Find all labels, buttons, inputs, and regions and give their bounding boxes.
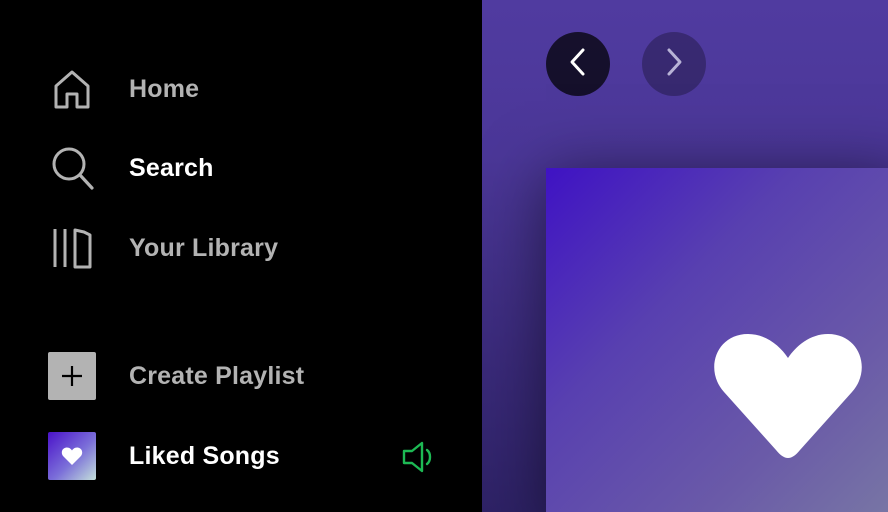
chevron-right-icon	[662, 47, 686, 82]
sidebar-item-library[interactable]: Your Library	[48, 224, 278, 272]
sidebar-item-label: Search	[129, 153, 214, 182]
liked-songs-link[interactable]: Liked Songs	[48, 432, 280, 480]
chevron-left-icon	[566, 47, 590, 82]
create-playlist-button[interactable]: Create Playlist	[48, 352, 304, 400]
forward-button[interactable]	[642, 32, 706, 96]
create-playlist-label: Create Playlist	[129, 361, 305, 390]
playlist-cover	[546, 168, 888, 512]
plus-icon	[48, 352, 96, 400]
sidebar-item-search[interactable]: Search	[48, 144, 214, 192]
sidebar-item-home[interactable]: Home	[48, 65, 199, 113]
sidebar-item-label: Home	[129, 74, 200, 103]
sidebar: Home Search Your Library Create Playlist…	[0, 0, 482, 512]
main-view	[482, 0, 888, 512]
speaker-icon	[400, 440, 436, 474]
back-button[interactable]	[546, 32, 610, 96]
sidebar-item-label: Your Library	[129, 233, 279, 262]
heart-icon	[48, 432, 96, 480]
liked-songs-label: Liked Songs	[129, 441, 280, 470]
home-icon	[48, 65, 96, 113]
app-window: Home Search Your Library Create Playlist…	[0, 0, 888, 512]
search-icon	[48, 144, 96, 192]
library-icon	[48, 224, 96, 272]
heart-icon	[710, 328, 866, 472]
